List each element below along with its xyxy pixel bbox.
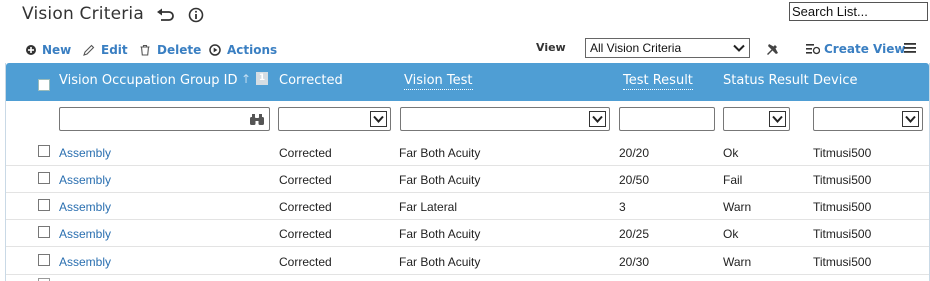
- delete-label: Delete: [157, 43, 202, 57]
- binoculars-icon[interactable]: [249, 113, 265, 126]
- page-title: Vision Criteria: [22, 4, 144, 24]
- table-row[interactable]: Assembly Corrected Far Both Acuity 20/25…: [6, 220, 929, 247]
- group-id-link[interactable]: Assembly: [59, 255, 111, 269]
- view-selected-value: All Vision Criteria: [590, 41, 682, 55]
- test-result-cell: 20/30: [619, 255, 650, 269]
- group-id-link[interactable]: Assembly: [59, 227, 111, 241]
- vision-test-cell: Far Both Acuity: [399, 146, 481, 160]
- filter-row: [6, 101, 929, 137]
- table-row[interactable]: Assembly Corrected Far Both Acuity 20/30…: [6, 248, 929, 275]
- info-icon[interactable]: [188, 6, 204, 24]
- column-header-test-result[interactable]: Test Result: [623, 73, 693, 90]
- pencil-icon: [83, 44, 95, 56]
- vision-test-cell: Far Lateral: [399, 200, 458, 214]
- status-result-cell: Warn: [723, 200, 752, 214]
- group-id-filter-input[interactable]: [59, 107, 270, 131]
- test-result-cell: 3: [619, 200, 626, 214]
- device-cell: Titmusi500: [813, 227, 872, 241]
- corrected-cell: Corrected: [279, 200, 332, 214]
- vision-test-cell: Far Both Acuity: [399, 173, 481, 187]
- row-checkbox[interactable]: [38, 226, 50, 238]
- column-header-status-result[interactable]: Status Result: [723, 73, 809, 88]
- corrected-cell: Corrected: [279, 173, 332, 187]
- row-checkbox[interactable]: [38, 254, 50, 266]
- table-row[interactable]: Assembly Corrected Far Both Acuity 20/20…: [6, 139, 929, 166]
- column-header-vision-test[interactable]: Vision Test: [404, 73, 473, 90]
- row-checkbox[interactable]: [38, 172, 50, 184]
- status-result-cell: Ok: [723, 227, 739, 241]
- column-header-group-id[interactable]: Vision Occupation Group ID: [59, 73, 238, 88]
- test-result-cell: 20/50: [619, 173, 650, 187]
- vision-criteria-grid: Vision Occupation Group ID ↑ 1 Corrected…: [5, 63, 930, 281]
- search-input[interactable]: [789, 2, 928, 21]
- device-cell: Titmusi500: [813, 173, 872, 187]
- corrected-cell: Corrected: [279, 255, 332, 269]
- undo-arrow-icon[interactable]: [156, 6, 174, 24]
- test-result-filter-input[interactable]: [619, 107, 715, 131]
- device-cell: Titmusi500: [813, 255, 872, 269]
- play-circle-icon: [209, 44, 221, 56]
- row-checkbox[interactable]: [38, 199, 50, 211]
- delete-button[interactable]: Delete: [139, 42, 201, 58]
- edit-label: Edit: [101, 43, 128, 57]
- chevron-down-icon: [370, 111, 387, 127]
- status-result-cell: Warn: [723, 255, 752, 269]
- vision-test-filter-select[interactable]: [400, 107, 610, 131]
- status-result-cell: Ok: [723, 146, 739, 160]
- view-select[interactable]: All Vision Criteria: [585, 38, 750, 58]
- chevron-down-icon: [589, 111, 606, 127]
- group-id-link[interactable]: Assembly: [59, 173, 111, 187]
- table-row-partial: [6, 277, 929, 281]
- test-result-cell: 20/20: [619, 146, 650, 160]
- column-header-corrected[interactable]: Corrected: [279, 73, 343, 88]
- vision-test-cell: Far Both Acuity: [399, 255, 481, 269]
- table-row[interactable]: Assembly Corrected Far Both Acuity 20/50…: [6, 166, 929, 193]
- trash-icon: [140, 44, 150, 56]
- sort-ascending-icon[interactable]: ↑: [241, 72, 251, 86]
- table-row[interactable]: Assembly Corrected Far Lateral 3 Warn Ti…: [6, 193, 929, 220]
- plus-circle-icon: [26, 45, 36, 55]
- status-result-filter-select[interactable]: [723, 107, 790, 131]
- grid-header: Vision Occupation Group ID ↑ 1 Corrected…: [6, 63, 929, 101]
- corrected-filter-select[interactable]: [278, 107, 391, 131]
- pin-icon[interactable]: [765, 40, 781, 58]
- actions-button[interactable]: Actions: [209, 42, 277, 58]
- corrected-cell: Corrected: [279, 146, 332, 160]
- create-view-icon: [806, 44, 820, 55]
- chevron-down-icon: [733, 44, 745, 52]
- chevron-down-icon: [769, 111, 786, 127]
- device-cell: Titmusi500: [813, 200, 872, 214]
- device-cell: Titmusi500: [813, 146, 872, 160]
- test-result-cell: 20/25: [619, 227, 650, 241]
- row-checkbox[interactable]: [38, 145, 50, 157]
- group-id-link[interactable]: Assembly: [59, 200, 111, 214]
- new-button[interactable]: New: [26, 42, 71, 58]
- device-filter-select[interactable]: [813, 107, 923, 131]
- column-header-device[interactable]: Device: [813, 73, 857, 88]
- new-label: New: [42, 43, 72, 57]
- status-result-cell: Fail: [723, 173, 743, 187]
- menu-icon[interactable]: [904, 42, 916, 54]
- sort-order-badge: 1: [256, 72, 268, 85]
- chevron-down-icon: [902, 111, 919, 127]
- view-label: View: [536, 41, 566, 54]
- group-id-link[interactable]: Assembly: [59, 146, 111, 160]
- select-all-checkbox[interactable]: [38, 79, 50, 91]
- vision-test-cell: Far Both Acuity: [399, 227, 481, 241]
- edit-button[interactable]: Edit: [83, 42, 128, 58]
- corrected-cell: Corrected: [279, 227, 332, 241]
- actions-label: Actions: [227, 43, 278, 57]
- create-view-button[interactable]: Create View: [824, 42, 905, 56]
